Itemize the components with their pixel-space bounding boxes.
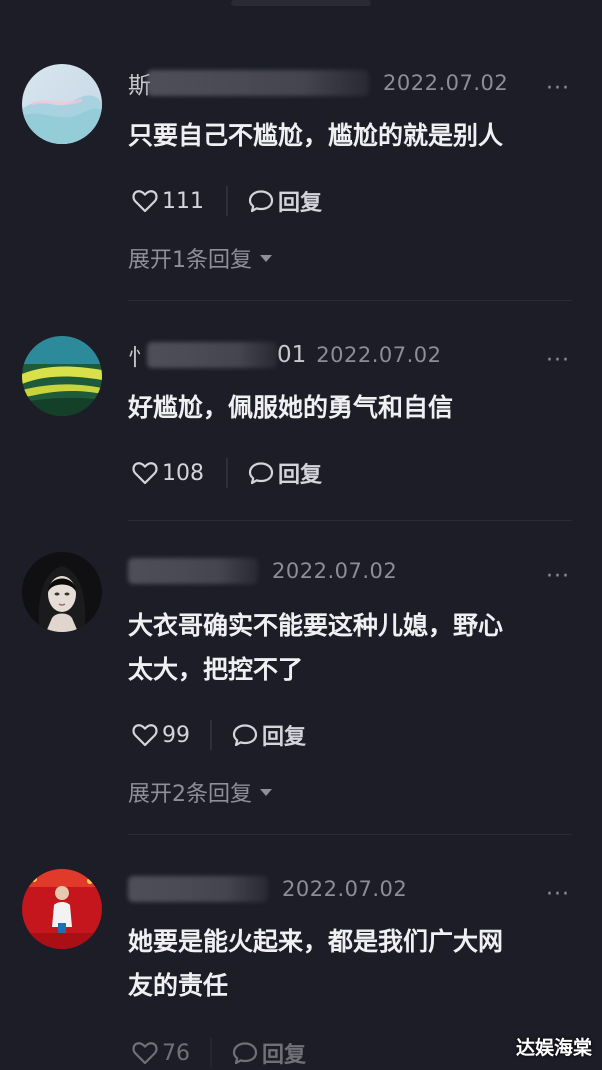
avatar[interactable]: [22, 336, 102, 416]
expand-replies-label: 展开2条回复: [128, 782, 252, 807]
like-count: 99: [162, 722, 190, 748]
reply-label: 回复: [278, 463, 323, 488]
caret-down-icon: [260, 788, 272, 796]
comment-separator: [128, 520, 572, 521]
divider: [226, 186, 228, 216]
username-blur: [128, 558, 258, 584]
more-options-icon[interactable]: ···: [546, 76, 570, 101]
green-stripes-avatar-icon: [22, 336, 102, 416]
expand-replies-button[interactable]: 展开2条回复: [128, 776, 272, 808]
username-row[interactable]: 2022.07.02: [128, 554, 397, 588]
like-button[interactable]: 99: [132, 723, 190, 748]
comment-separator: [128, 834, 572, 835]
more-options-icon[interactable]: ···: [546, 564, 570, 589]
like-count: 111: [162, 188, 204, 214]
like-button[interactable]: 76: [132, 1041, 190, 1066]
heart-icon: [132, 190, 158, 213]
heart-icon: [132, 462, 158, 485]
landscape-avatar-icon: [22, 64, 102, 144]
divider: [210, 720, 212, 750]
comment-date: 2022.07.02: [272, 559, 398, 583]
username-blur: [128, 876, 268, 902]
like-button[interactable]: 108: [132, 461, 204, 486]
comment-separator: [128, 300, 572, 301]
more-options-icon[interactable]: ···: [546, 882, 570, 907]
reply-label: 回复: [262, 1043, 307, 1068]
comment-text-line: 太大，把控不了: [128, 655, 304, 684]
reply-bubble-icon: [248, 462, 274, 485]
username-blur: [147, 70, 369, 96]
reply-bubble-icon: [232, 724, 258, 747]
username-row[interactable]: 2022.07.02: [128, 872, 407, 906]
comment-text-line: 她要是能火起来，都是我们广大网: [128, 927, 504, 956]
comment-date: 2022.07.02: [282, 877, 408, 901]
username-blur: [147, 342, 277, 368]
reply-button[interactable]: 回复: [248, 185, 322, 217]
portrait-avatar-icon: [22, 552, 102, 632]
like-count: 108: [162, 460, 204, 486]
red-stage-avatar-icon: [22, 869, 102, 949]
comment-text-line: 友的责任: [128, 971, 229, 1000]
comment-date: 2022.07.02: [316, 343, 442, 367]
avatar[interactable]: [22, 64, 102, 144]
comment-actions: 111 回复: [132, 181, 322, 221]
heart-icon: [132, 1042, 158, 1065]
username-suffix: 01: [277, 342, 307, 368]
divider: [226, 458, 228, 488]
caret-down-icon: [260, 254, 272, 262]
more-options-icon[interactable]: ···: [546, 348, 570, 373]
expand-replies-button[interactable]: 展开1条回复: [128, 242, 272, 274]
comment-text: 只要自己不尴尬，尴尬的就是别人: [128, 121, 504, 150]
comment-text: 她要是能火起来，都是我们广大网 友的责任: [128, 920, 562, 1008]
expand-replies-label: 展开1条回复: [128, 248, 252, 273]
reply-button[interactable]: 回复: [232, 719, 306, 751]
comment-actions: 108 回复: [132, 453, 322, 493]
comment-text: 好尴尬，佩服她的勇气和自信: [128, 393, 454, 422]
username-row[interactable]: 斯 2022.07.02: [128, 66, 508, 100]
comment-actions: 99 回复: [132, 715, 306, 755]
watermark: 达娱海棠: [515, 1037, 592, 1059]
avatar[interactable]: [22, 552, 102, 632]
username-row[interactable]: 忄 01 2022.07.02: [128, 338, 442, 372]
reply-label: 回复: [262, 725, 307, 750]
reply-button[interactable]: 回复: [248, 457, 322, 489]
reply-bubble-icon: [248, 190, 274, 213]
avatar[interactable]: [22, 869, 102, 949]
divider: [210, 1038, 212, 1068]
like-button[interactable]: 111: [132, 189, 204, 214]
comment-date: 2022.07.02: [383, 71, 509, 95]
heart-icon: [132, 724, 158, 747]
reply-bubble-icon: [232, 1042, 258, 1065]
reply-label: 回复: [278, 191, 323, 216]
comment-text-line: 大衣哥确实不能要这种儿媳，野心: [128, 611, 504, 640]
top-edge: [0, 0, 602, 10]
comment-actions: 76 回复: [132, 1033, 306, 1070]
like-count: 76: [162, 1040, 190, 1066]
comment-text: 大衣哥确实不能要这种儿媳，野心 太大，把控不了: [128, 604, 562, 692]
reply-button[interactable]: 回复: [232, 1037, 306, 1069]
